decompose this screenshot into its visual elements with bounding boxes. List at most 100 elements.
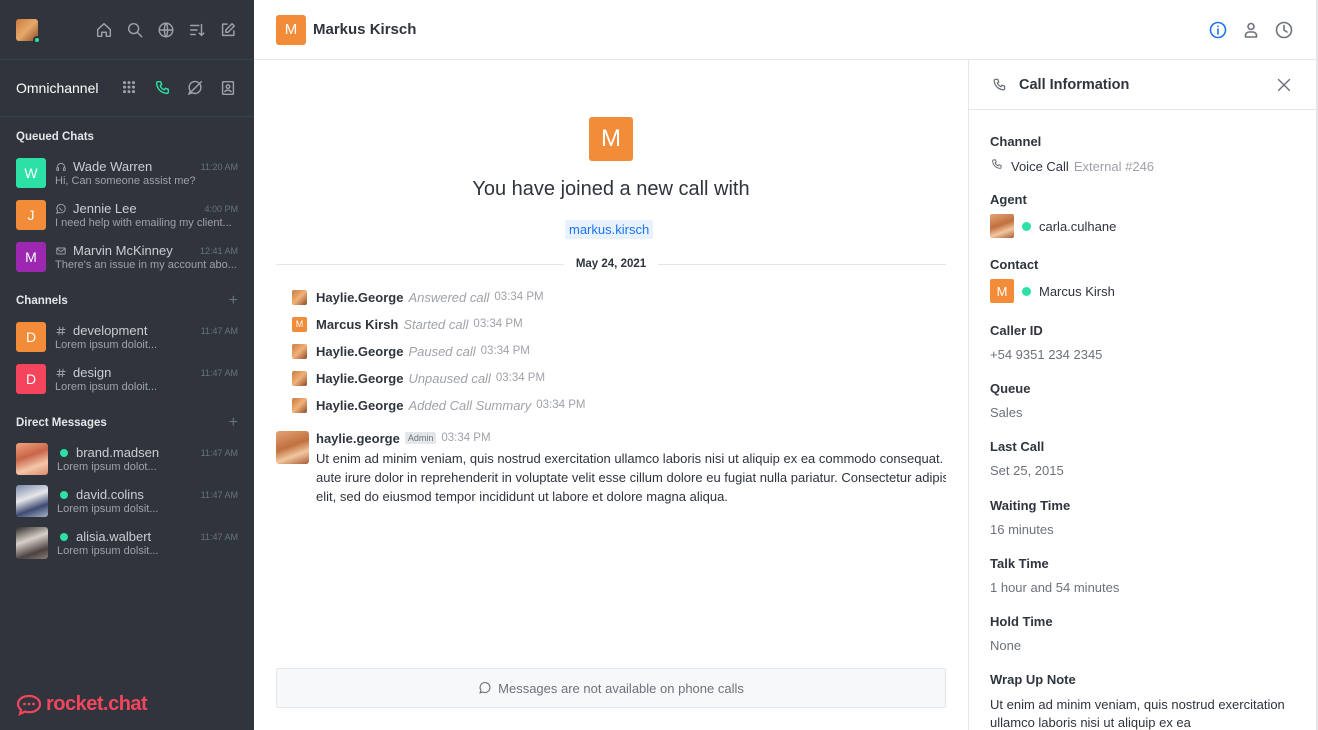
hold-time-field: Hold Time None <box>990 614 1300 653</box>
user-avatar <box>16 527 48 559</box>
role-badge: Admin <box>404 432 437 444</box>
conversation: M You have joined a new call with markus… <box>254 60 968 730</box>
phone-icon[interactable] <box>152 78 172 98</box>
system-message: Haylie.George Added Call Summary 03:34 PM <box>292 395 586 415</box>
direct-message-item[interactable]: alisia.walbert 11:47 AM Lorem ipsum dolsit… <box>0 522 254 564</box>
talk-time-value: 1 hour and 54 minutes <box>990 580 1120 595</box>
add-dm-icon[interactable]: + <box>229 414 238 432</box>
user-avatar[interactable] <box>16 19 41 44</box>
contact-field: Contact M Marcus Kirsh <box>990 257 1300 303</box>
user-avatar <box>16 485 48 517</box>
channels-header: Channels + <box>0 286 254 316</box>
direct-message-item[interactable]: brand.madsen 11:47 AM Lorem ipsum dolot... <box>0 438 254 480</box>
directory-globe-icon[interactable] <box>156 20 176 40</box>
clock-history-icon[interactable] <box>1274 20 1294 40</box>
queued-chat-item[interactable]: W Wade Warren 11:20 AM Hi, Can someone assi… <box>0 152 254 194</box>
room-preview: Lorem ipsum doloit... <box>55 381 158 393</box>
user-mention[interactable]: markus.kirsch <box>565 220 654 239</box>
system-message-user[interactable]: Haylie.George <box>316 398 403 413</box>
room-name: Wade Warren <box>73 159 153 174</box>
add-channel-icon[interactable]: + <box>229 292 238 310</box>
dialpad-icon[interactable] <box>119 78 139 98</box>
user-avatar[interactable] <box>292 397 307 413</box>
info-icon[interactable] <box>1208 20 1228 40</box>
message-text: Ut enim ad minim veniam, quis nostrud ex… <box>316 449 946 506</box>
online-status-dot <box>1022 286 1031 296</box>
system-message-action: Paused call <box>408 343 476 359</box>
close-icon[interactable] <box>1274 75 1294 95</box>
hold-time-value: None <box>990 638 1022 653</box>
joined-call-text: You have joined a new call with <box>472 178 750 200</box>
composer-disabled-notice: Messages are not available on phone call… <box>276 668 946 708</box>
room-name: brand.madsen <box>76 445 160 460</box>
room-avatar[interactable]: M <box>276 14 306 45</box>
system-message-user[interactable]: Marcus Kirsh <box>316 317 398 332</box>
search-icon[interactable] <box>125 20 145 40</box>
message-username[interactable]: haylie.george <box>316 431 400 446</box>
system-message: Haylie.George Unpaused call 03:34 PM <box>292 368 545 388</box>
system-message-user[interactable]: Haylie.George <box>316 371 403 386</box>
home-icon[interactable] <box>94 20 114 40</box>
hold-time-label: Hold Time <box>990 614 1053 629</box>
hashtag-icon <box>55 367 67 379</box>
create-new-icon[interactable] <box>218 20 238 40</box>
channel-item[interactable]: Ddevelopment 11:47 AM Lorem ipsum doloit..… <box>0 316 254 358</box>
date-divider: May 24, 2021 <box>276 255 946 273</box>
brand-name: rocket.chat <box>46 693 148 715</box>
system-message-user[interactable]: Haylie.George <box>316 344 403 359</box>
online-status-dot <box>1022 221 1031 231</box>
system-message-user[interactable]: Haylie.George <box>316 290 403 305</box>
direct-message-item[interactable]: david.colins 11:47 AM Lorem ipsum dolsit..… <box>0 480 254 522</box>
contact-avatar[interactable]: M <box>990 279 1014 303</box>
chat-bubble-icon <box>479 682 491 694</box>
message-line: Ut enim ad minim veniam, quis nostrud ex… <box>316 451 946 466</box>
room-preview: Lorem ipsum doloit... <box>55 339 158 351</box>
phone-icon <box>993 78 1006 90</box>
system-message: Haylie.George Paused call 03:34 PM <box>292 341 530 361</box>
room-name: Marvin McKinney <box>73 243 173 258</box>
last-call-field: Last Call Set 25, 2015 <box>990 439 1300 478</box>
user-icon[interactable] <box>1241 20 1261 40</box>
system-message-action: Added Call Summary <box>408 397 532 413</box>
channel-item[interactable]: Ddesign 11:47 AM Lorem ipsum doloit... <box>0 358 254 400</box>
talk-time-label: Talk Time <box>990 556 1049 571</box>
agent-avatar[interactable] <box>990 214 1014 238</box>
system-message-time: 03:34 PM <box>473 318 523 330</box>
message-avatar[interactable] <box>276 431 309 464</box>
room-time: 11:47 AM <box>200 531 238 542</box>
contact-card-icon[interactable] <box>218 78 238 98</box>
room-time: 11:47 AM <box>200 489 238 500</box>
direct-messages-title: Direct Messages <box>16 417 107 429</box>
system-message: Haylie.George Answered call 03:34 PM <box>292 287 544 307</box>
mail-icon <box>55 245 67 257</box>
queue-label: Queue <box>990 381 1031 396</box>
caller-id-field: Caller ID +54 9351 234 2345 <box>990 323 1300 362</box>
whatsapp-icon <box>55 203 67 215</box>
user-avatar[interactable] <box>292 289 307 305</box>
hashtag-icon <box>55 325 67 337</box>
chat-message[interactable]: haylie.george Admin 03:34 PM Ut enim ad … <box>276 431 946 506</box>
talk-time-field: Talk Time 1 hour and 54 minutes <box>990 556 1300 595</box>
system-message: M Marcus Kirsh Started call 03:34 PM <box>292 314 523 334</box>
queued-chat-item[interactable]: M Marvin McKinney 12:41 AM There's an issue… <box>0 236 254 278</box>
channels-title: Channels <box>16 295 68 307</box>
channel-value: Voice Call <box>1011 158 1069 174</box>
agent-name[interactable]: carla.culhane <box>1039 219 1116 234</box>
phone-icon <box>990 158 1011 174</box>
queued-chat-item[interactable]: J Jennie Lee 4:00 PM I need help with email… <box>0 194 254 236</box>
queue-field: Queue Sales <box>990 381 1300 420</box>
user-avatar[interactable] <box>292 343 307 359</box>
chat-disabled-icon[interactable] <box>185 78 205 98</box>
user-avatar[interactable] <box>292 370 307 386</box>
user-avatar[interactable]: M <box>292 316 307 332</box>
queued-chats-title: Queued Chats <box>16 131 94 143</box>
online-status-dot <box>60 490 68 499</box>
sort-icon[interactable] <box>187 20 207 40</box>
system-message-action: Unpaused call <box>408 370 491 386</box>
headset-icon <box>55 161 67 173</box>
system-message-time: 03:34 PM <box>494 291 544 303</box>
contact-label: Contact <box>990 257 1039 272</box>
contact-name[interactable]: Marcus Kirsh <box>1039 284 1115 299</box>
wrap-up-note-value: Ut enim ad minim veniam, quis nostrud ex… <box>990 697 1285 730</box>
room-name: david.colins <box>76 487 144 502</box>
